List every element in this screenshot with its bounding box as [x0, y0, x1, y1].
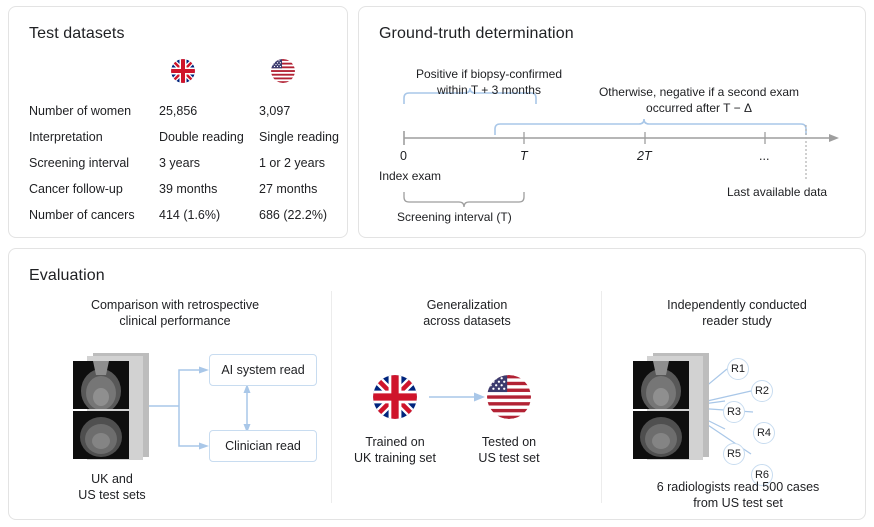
row-us-3: 27 months	[259, 182, 318, 196]
test-datasets-panel: Test datasets Number of women 25,856 3,0…	[8, 6, 348, 238]
mammogram-stack-1	[69, 353, 155, 463]
mammogram-image-top-2	[633, 361, 689, 409]
column-divider-2	[601, 291, 602, 503]
panel-title-evaluation: Evaluation	[29, 267, 105, 284]
mammogram-image-bottom-2	[633, 411, 689, 459]
ai-system-read-box[interactable]: AI system read	[209, 354, 317, 386]
positive-criterion-line1: Positive if biopsy-confirmed	[415, 67, 563, 81]
row-label-1: Interpretation	[29, 130, 103, 144]
index-exam-label: Index exam	[379, 169, 442, 183]
row-label-2: Screening interval	[29, 156, 130, 170]
column-caption-reader-study: 6 radiologists read 500 cases from US te…	[656, 480, 820, 510]
ground-truth-panel: Ground-truth determination Positive if b…	[358, 6, 866, 238]
negative-criterion-line2: occurred after T − Δ	[646, 101, 752, 115]
mammogram-stack-2	[629, 353, 715, 463]
uk-flag-icon-generalization	[373, 375, 417, 419]
tick-label-T: T	[520, 149, 528, 163]
column-caption-trained-on: Trained on UK training set	[354, 435, 436, 465]
column-caption-tested-on: Tested on US test set	[478, 435, 540, 465]
row-label-0: Number of women	[29, 104, 132, 118]
row-uk-4: 414 (1.6%)	[159, 208, 221, 222]
row-us-0: 3,097	[259, 104, 291, 118]
row-uk-0: 25,856	[159, 104, 198, 118]
us-flag-icon-generalization	[487, 375, 531, 419]
us-flag-icon	[271, 59, 295, 83]
row-us-2: 1 or 2 years	[259, 156, 326, 170]
evaluation-panel: Evaluation Comparison with retrospective…	[8, 248, 866, 520]
last-available-data-label: Last available data	[727, 185, 828, 199]
column-title-retrospective: Comparison with retrospective clinical p…	[90, 298, 260, 328]
panel-title-test-datasets: Test datasets	[29, 25, 125, 42]
row-uk-3: 39 months	[159, 182, 218, 196]
row-label-4: Number of cancers	[29, 208, 135, 222]
column-divider-1	[331, 291, 332, 503]
negative-criterion-line1: Otherwise, negative if a second exam	[598, 85, 800, 99]
reader-circle-r1: R1	[727, 358, 749, 380]
timeline-graphic	[403, 87, 839, 208]
reader-circle-r3: R3	[723, 401, 745, 423]
mammogram-image-bottom	[73, 411, 129, 459]
screening-interval-label: Screening interval (T)	[397, 210, 512, 224]
row-us-1: Single reading	[259, 130, 339, 144]
mammogram-image-top	[73, 361, 129, 409]
row-uk-2: 3 years	[159, 156, 200, 170]
row-us-4: 686 (22.2%)	[259, 208, 328, 222]
reader-circle-r5: R5	[723, 443, 745, 465]
reader-circle-r4: R4	[753, 422, 775, 444]
uk-flag-icon	[171, 59, 195, 83]
tick-label-0: 0	[400, 149, 407, 163]
row-label-3: Cancer follow-up	[29, 182, 123, 196]
column-caption-test-sets: UK and US test sets	[78, 472, 146, 502]
column-title-generalization: Generalization across datasets	[423, 298, 511, 328]
tick-label-2T: 2T	[637, 149, 652, 163]
column-title-reader-study: Independently conducted reader study	[667, 298, 807, 328]
reader-circle-r2: R2	[751, 380, 773, 402]
row-uk-1: Double reading	[159, 130, 244, 144]
tick-label-ellipsis: ...	[759, 149, 770, 163]
clinician-read-box[interactable]: Clinician read	[209, 430, 317, 462]
